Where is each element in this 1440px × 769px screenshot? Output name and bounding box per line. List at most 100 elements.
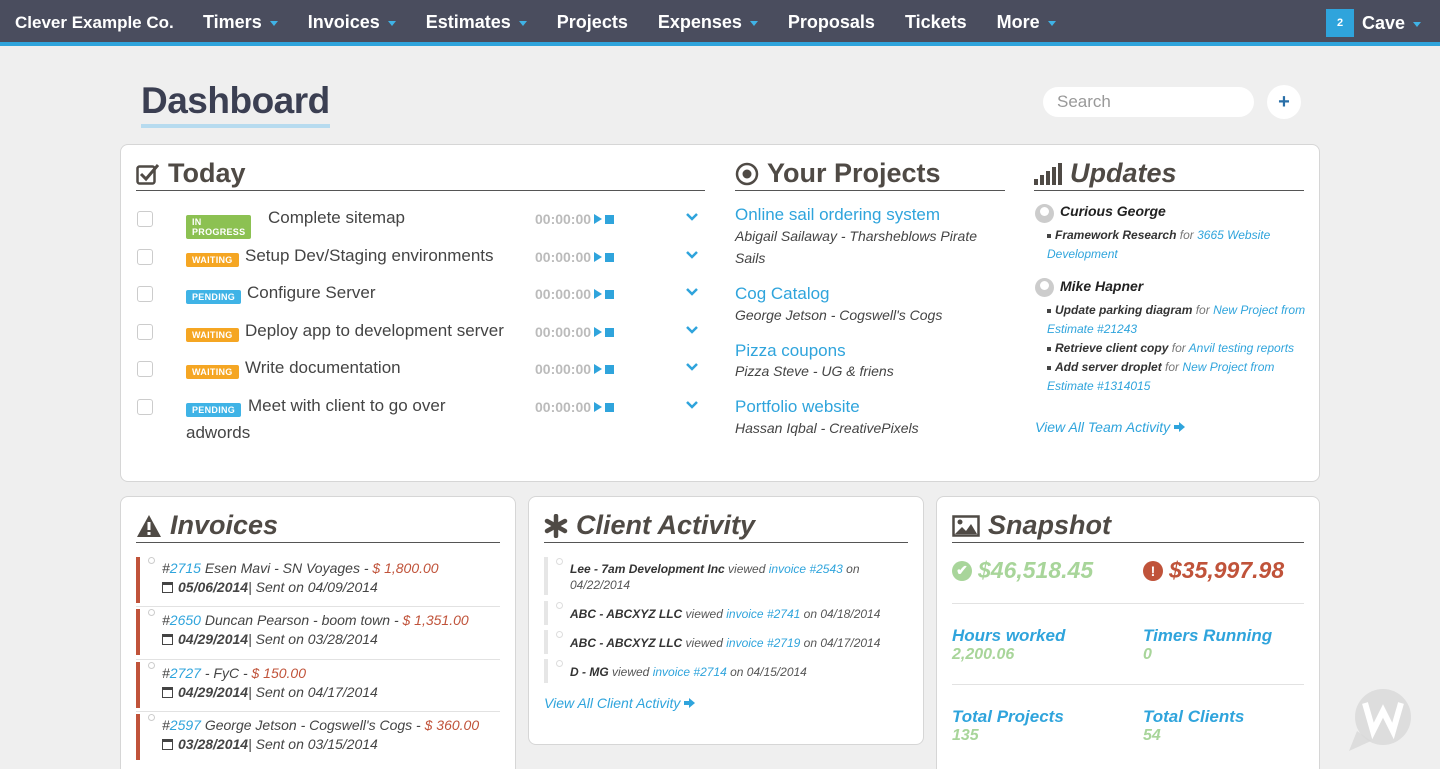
notification-badge[interactable]: 2 — [1326, 9, 1354, 37]
project-link[interactable]: Portfolio website — [735, 397, 860, 417]
update-person[interactable]: Mike Hapner — [1060, 278, 1143, 294]
invoice-row[interactable]: #2727 - FyC - $ 150.00 04/29/2014 | Sent… — [136, 662, 500, 708]
snapshot-title: Snapshot — [988, 510, 1112, 540]
view-all-client-activity-link[interactable]: View All Client Activity — [544, 695, 696, 711]
invoice-number-link[interactable]: 2727 — [170, 665, 201, 681]
stop-icon[interactable] — [605, 402, 615, 412]
add-button[interactable]: + — [1267, 85, 1301, 119]
project-link[interactable]: Online sail ordering system — [735, 205, 940, 225]
play-icon[interactable] — [594, 214, 603, 224]
timer-value: 00:00:00 — [535, 361, 592, 377]
project-link[interactable]: Pizza coupons — [735, 341, 846, 361]
update-target-link[interactable]: Anvil testing reports — [1189, 341, 1294, 355]
activity-invoice-link[interactable]: invoice #2719 — [726, 636, 800, 650]
task-checkbox[interactable] — [137, 399, 153, 415]
task-checkbox[interactable] — [137, 324, 153, 340]
invoice-desc: Esen Mavi - SN Voyages - — [200, 560, 373, 576]
calendar-icon — [162, 738, 173, 750]
view-all-team-activity-link[interactable]: View All Team Activity — [1035, 419, 1186, 435]
activity-invoice-link[interactable]: invoice #2714 — [653, 665, 727, 679]
task-name[interactable]: Write documentation — [245, 358, 401, 378]
task-name-continued[interactable]: adwords — [186, 423, 250, 443]
nav-projects[interactable]: Projects — [557, 12, 628, 33]
divider — [136, 711, 500, 712]
invoice-number-link[interactable]: 2597 — [170, 717, 201, 733]
chevron-down-icon[interactable] — [685, 248, 699, 262]
invoice-dates: 04/29/2014 | Sent on 04/17/2014 — [162, 684, 378, 700]
total-projects-value: 135 — [952, 727, 979, 744]
projects-heading: Your Projects — [735, 158, 1005, 191]
chevron-down-icon[interactable] — [685, 398, 699, 412]
task-name[interactable]: Meet with client to go over — [248, 396, 445, 416]
invoice-row[interactable]: #2715 Esen Mavi - SN Voyages - $ 1,800.0… — [136, 557, 500, 603]
play-icon[interactable] — [594, 252, 603, 262]
stop-icon[interactable] — [605, 289, 615, 299]
invoice-dates: 03/28/2014 | Sent on 03/15/2014 — [162, 736, 378, 752]
task-name[interactable]: Configure Server — [247, 283, 376, 303]
nav-estimates[interactable]: Estimates — [426, 12, 527, 33]
nav-proposals[interactable]: Proposals — [788, 12, 875, 33]
task-name[interactable]: Complete sitemap — [268, 208, 405, 228]
invoice-due-date: 03/28/2014 — [178, 736, 249, 752]
paid-amount: $46,518.45 — [978, 557, 1094, 583]
activity-date: on 04/18/2014 — [800, 607, 881, 621]
invoice-number-link[interactable]: 2650 — [170, 612, 201, 628]
total-projects-label: Total Projects — [952, 707, 1064, 726]
hours-worked-label: Hours worked — [952, 626, 1066, 645]
chevron-down-icon[interactable] — [685, 210, 699, 224]
activity-item: ABC - ABCXYZ LLC viewed invoice #2719 on… — [544, 630, 908, 654]
target-circle-icon — [735, 162, 759, 185]
invoice-dates: 04/29/2014 | Sent on 03/28/2014 — [162, 631, 378, 647]
project-client: Hassan Iqbal - CreativePixels — [735, 420, 919, 436]
nav-more[interactable]: More — [997, 12, 1056, 33]
nav-tickets-label: Tickets — [904, 12, 967, 32]
caret-down-icon — [1413, 21, 1422, 27]
activity-verb: viewed — [682, 607, 727, 621]
activity-invoice-link[interactable]: invoice #2543 — [769, 562, 843, 576]
user-menu[interactable]: 2 Cave — [1326, 9, 1422, 37]
task-checkbox[interactable] — [137, 211, 153, 227]
invoice-number-link[interactable]: 2715 — [170, 560, 201, 576]
play-icon[interactable] — [594, 364, 603, 374]
invoice-sent: | Sent on 04/09/2014 — [248, 579, 378, 595]
stop-icon[interactable] — [605, 252, 615, 262]
nav-invoices[interactable]: Invoices — [308, 12, 396, 33]
task-name[interactable]: Deploy app to development server — [245, 321, 504, 341]
today-title: Today — [168, 158, 246, 188]
play-icon[interactable] — [594, 327, 603, 337]
avatar — [1035, 204, 1054, 223]
update-person[interactable]: Curious George — [1060, 203, 1166, 219]
play-icon[interactable] — [594, 289, 603, 299]
play-icon[interactable] — [594, 402, 603, 412]
brand-name[interactable]: Clever Example Co. — [15, 13, 174, 33]
pin-icon — [148, 714, 155, 721]
asterisk-icon — [544, 513, 568, 538]
invoice-row[interactable]: #2597 George Jetson - Cogswell's Cogs - … — [136, 714, 500, 760]
task-checkbox[interactable] — [137, 286, 153, 302]
stop-icon[interactable] — [605, 364, 615, 374]
invoice-hash: # — [162, 612, 170, 628]
calendar-icon — [162, 686, 173, 698]
task-checkbox[interactable] — [137, 361, 153, 377]
chevron-down-icon[interactable] — [685, 285, 699, 299]
stop-icon[interactable] — [605, 214, 615, 224]
chevron-down-icon[interactable] — [685, 323, 699, 337]
task-checkbox[interactable] — [137, 249, 153, 265]
nav-expenses[interactable]: Expenses — [658, 12, 758, 33]
task-name[interactable]: Setup Dev/Staging environments — [245, 246, 494, 266]
invoice-desc: Duncan Pearson - boom town - — [200, 612, 403, 628]
stop-icon[interactable] — [605, 327, 615, 337]
project-link[interactable]: Cog Catalog — [735, 284, 830, 304]
task-timer: 00:00:00 — [535, 324, 615, 340]
activity-invoice-link[interactable]: invoice #2741 — [726, 607, 800, 621]
chevron-down-icon[interactable] — [685, 360, 699, 374]
task-timer: 00:00:00 — [535, 399, 615, 415]
image-picture-icon — [952, 514, 980, 537]
nav-tickets[interactable]: Tickets — [905, 12, 967, 33]
timers-running-value: 0 — [1143, 646, 1152, 663]
top-navbar: Clever Example Co. Timers Invoices Estim… — [0, 0, 1440, 46]
nav-expenses-label: Expenses — [657, 12, 742, 32]
search-input[interactable] — [1043, 87, 1254, 117]
invoice-row[interactable]: #2650 Duncan Pearson - boom town - $ 1,3… — [136, 609, 500, 655]
nav-timers[interactable]: Timers — [203, 12, 278, 33]
